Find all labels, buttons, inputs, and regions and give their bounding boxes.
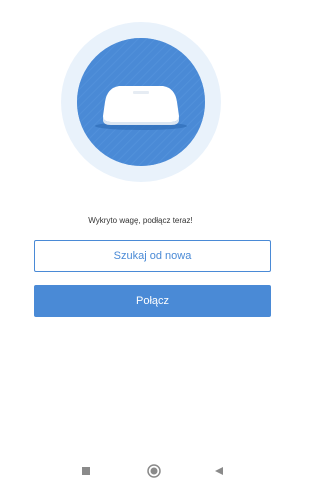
back-button[interactable] bbox=[212, 464, 226, 478]
scale-detected-message: Wykryto wagę, podłącz teraz! bbox=[88, 216, 193, 225]
bathroom-scale-icon bbox=[61, 22, 221, 182]
triangle-left-icon bbox=[215, 467, 223, 475]
recent-apps-button[interactable] bbox=[79, 464, 93, 478]
system-navigation-bar bbox=[0, 459, 281, 481]
square-icon bbox=[82, 467, 90, 475]
scale-illustration bbox=[61, 22, 221, 182]
circle-icon bbox=[147, 464, 161, 478]
rescan-button[interactable]: Szukaj od nowa bbox=[34, 240, 271, 272]
home-button[interactable] bbox=[147, 464, 161, 478]
connect-button[interactable]: Połącz bbox=[34, 285, 271, 317]
